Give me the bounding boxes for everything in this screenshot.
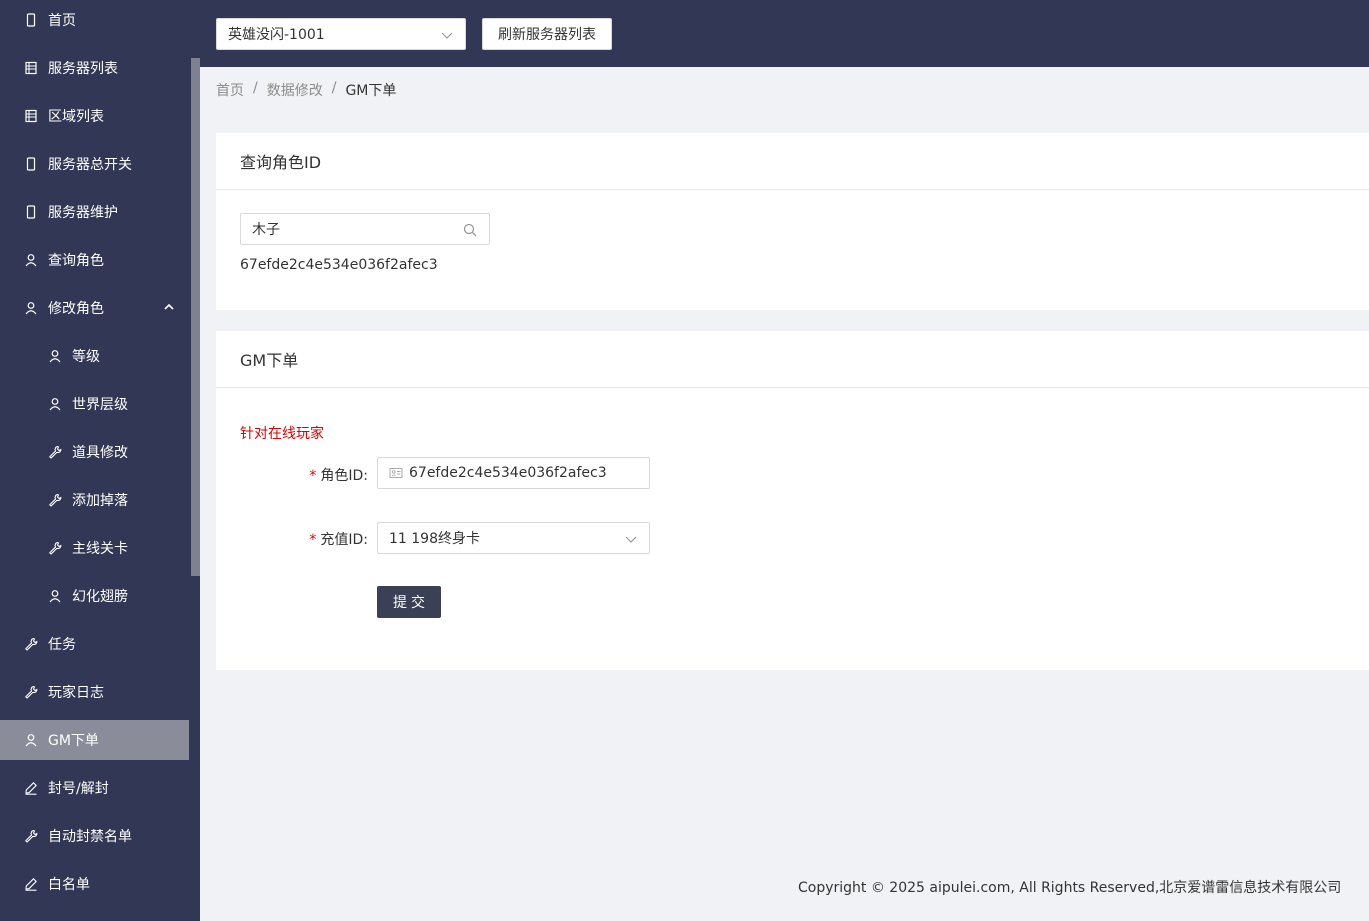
online-player-label: 针对在线玩家 — [240, 426, 324, 442]
role-id-result: 67efde2c4e534e036f2afec3 — [240, 257, 438, 273]
sidebar-item[interactable]: 玩家日志 — [0, 672, 189, 712]
mobile-icon — [24, 157, 38, 171]
sidebar-item[interactable]: 世界层级 — [0, 384, 189, 424]
user-icon — [48, 349, 62, 363]
role-id-input[interactable]: 67efde2c4e534e036f2afec3 — [377, 457, 650, 489]
sidebar-item-label: GM下单 — [48, 733, 99, 749]
breadcrumb-separator: / — [331, 80, 337, 96]
submit-button[interactable]: 提交 — [377, 586, 441, 618]
recharge-id-value: 11 198终身卡 — [389, 531, 480, 547]
server-select-value: 英雄没闪-1001 — [228, 27, 325, 43]
sidebar-item[interactable]: 查询角色 — [0, 240, 189, 280]
sidebar-item-label: 服务器列表 — [48, 61, 118, 77]
sidebar-item[interactable]: 幻化翅膀 — [0, 576, 189, 616]
sidebar-item[interactable]: 等级 — [0, 336, 189, 376]
sidebar-item-label: 玩家日志 — [48, 685, 104, 701]
sidebar-item-label: 添加掉落 — [72, 493, 128, 509]
sidebar-item[interactable]: 白名单 — [0, 864, 189, 904]
user-icon — [48, 397, 62, 411]
edit-icon — [24, 781, 38, 795]
refresh-server-list-button[interactable]: 刷新服务器列表 — [482, 18, 612, 50]
recharge-id-label: * 充值ID: — [309, 532, 368, 548]
sidebar-item-label: 等级 — [72, 349, 100, 365]
sidebar-item-label: 世界层级 — [72, 397, 128, 413]
required-mark: * — [309, 532, 317, 548]
wrench-icon — [48, 541, 62, 555]
sidebar-item[interactable]: 服务器列表 — [0, 48, 189, 88]
user-icon — [24, 301, 38, 315]
chevron-down-icon — [441, 32, 453, 39]
sidebar-item-label: 幻化翅膀 — [72, 589, 128, 605]
sidebar-item-label: 修改角色 — [48, 301, 104, 317]
breadcrumb-section[interactable]: 数据修改 — [267, 80, 323, 100]
sidebar-item-label: 自动封禁名单 — [48, 829, 132, 845]
query-role-card-title: 查询角色ID — [216, 133, 1369, 190]
sidebar-item-label: 服务器维护 — [48, 205, 118, 221]
search-icon[interactable] — [463, 223, 477, 237]
breadcrumb-home[interactable]: 首页 — [216, 80, 244, 100]
role-search-input[interactable]: 木子 — [240, 213, 490, 245]
sidebar-item-label: 白名单 — [48, 877, 90, 893]
id-card-icon — [389, 468, 403, 478]
sidebar-item[interactable]: 添加掉落 — [0, 480, 189, 520]
list-icon — [24, 109, 38, 123]
role-id-label: * 角色ID: — [309, 468, 368, 484]
sidebar-item[interactable]: 修改角色 — [0, 288, 189, 328]
sidebar-item[interactable]: 区域列表 — [0, 96, 189, 136]
wrench-icon — [24, 685, 38, 699]
wrench-icon — [48, 493, 62, 507]
sidebar-item-label: 首页 — [48, 13, 76, 29]
sidebar-scrollbar[interactable] — [191, 58, 200, 576]
mobile-icon — [24, 13, 38, 27]
sidebar-item[interactable]: 主线关卡 — [0, 528, 189, 568]
server-select[interactable]: 英雄没闪-1001 — [216, 18, 466, 50]
edit-icon — [24, 877, 38, 891]
role-search-value: 木子 — [252, 222, 280, 238]
sidebar-item-label: 区域列表 — [48, 109, 104, 125]
sidebar-item-label: 道具修改 — [72, 445, 128, 461]
sidebar-item-label: 封号/解封 — [48, 781, 109, 797]
gm-order-card: GM下单 针对在线玩家 * 角色ID: 67efde2c4e534e036f2af… — [216, 331, 1369, 670]
gm-order-card-title: GM下单 — [216, 331, 1369, 388]
list-icon — [24, 61, 38, 75]
sidebar-item-label: 服务器总开关 — [48, 157, 132, 173]
sidebar-item[interactable]: GM下单 — [0, 720, 189, 760]
user-icon — [48, 589, 62, 603]
sidebar-item[interactable]: 自动封禁名单 — [0, 816, 189, 856]
user-icon — [24, 733, 38, 747]
wrench-icon — [24, 637, 38, 651]
sidebar-item-label: 查询角色 — [48, 253, 104, 269]
role-id-value: 67efde2c4e534e036f2afec3 — [409, 465, 607, 481]
wrench-icon — [24, 829, 38, 843]
sidebar-item[interactable]: 封号/解封 — [0, 768, 189, 808]
chevron-down-icon — [625, 536, 637, 543]
mobile-icon — [24, 205, 38, 219]
sidebar-item[interactable]: 服务器维护 — [0, 192, 189, 232]
query-role-card: 查询角色ID 木子 67efde2c4e534e036f2afec3 — [216, 133, 1369, 310]
recharge-id-select[interactable]: 11 198终身卡 — [377, 522, 650, 554]
footer-copyright: Copyright © 2025 aipulei.com, All Rights… — [798, 880, 1342, 896]
user-icon — [24, 253, 38, 267]
sidebar-item-label: 主线关卡 — [72, 541, 128, 557]
sidebar: 首页服务器列表区域列表服务器总开关 服务器维护查询角色修改角色等级世界层级道具修改… — [0, 0, 200, 921]
sidebar-item[interactable]: 道具修改 — [0, 432, 189, 472]
sidebar-item[interactable]: 任务 — [0, 624, 189, 664]
chevron-up-icon[interactable] — [163, 301, 175, 313]
topbar: 英雄没闪-1001 刷新服务器列表 — [200, 0, 1369, 67]
sidebar-item[interactable]: 服务器总开关 — [0, 144, 189, 184]
wrench-icon — [48, 445, 62, 459]
sidebar-item-label: 任务 — [48, 637, 76, 653]
sidebar-item[interactable]: 首页 — [0, 0, 189, 40]
breadcrumb: 首页 / 数据修改 / GM下单 — [216, 80, 396, 100]
required-mark: * — [309, 468, 317, 484]
breadcrumb-current: GM下单 — [345, 83, 397, 99]
breadcrumb-separator: / — [253, 80, 258, 96]
